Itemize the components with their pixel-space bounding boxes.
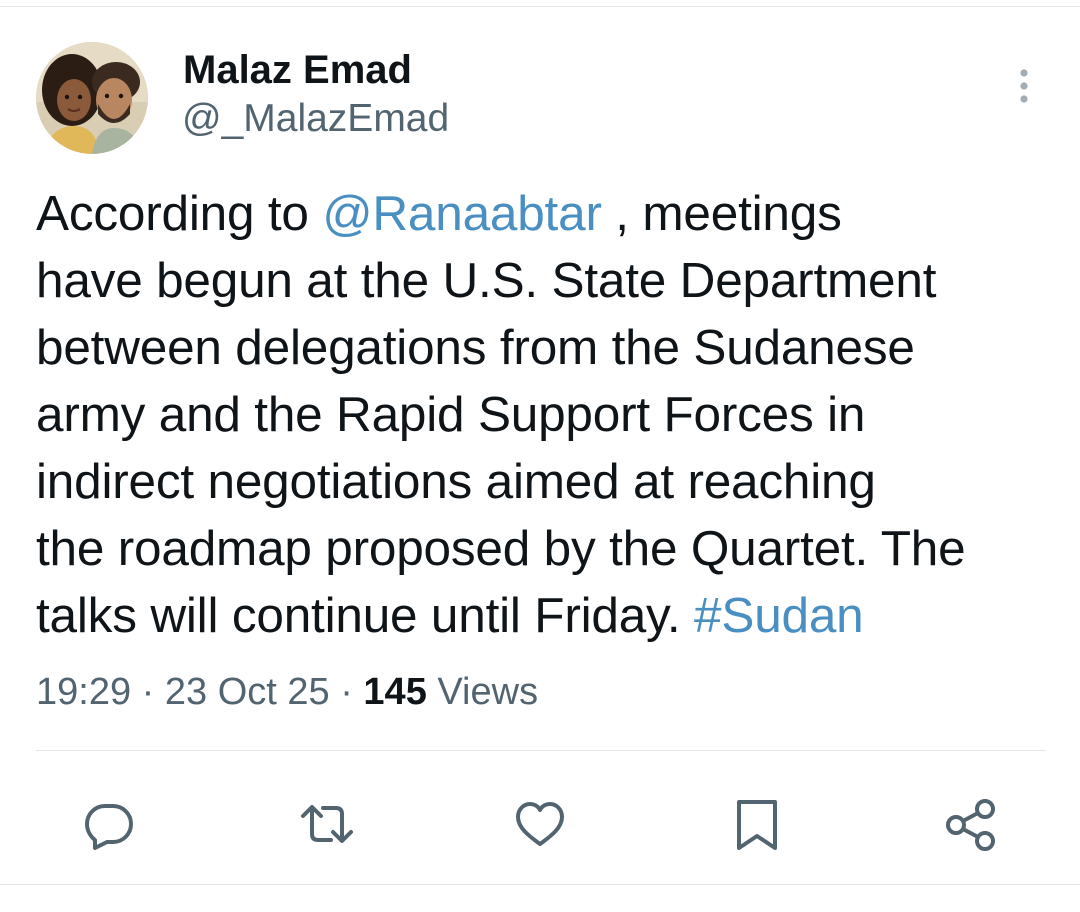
tweet-time[interactable]: 19:29 bbox=[36, 671, 131, 713]
share-button[interactable] bbox=[943, 796, 999, 852]
author-display-name[interactable]: Malaz Emad bbox=[183, 48, 412, 92]
actions-divider bbox=[36, 750, 1046, 751]
views-count[interactable]: 145 bbox=[363, 671, 426, 713]
reply-icon bbox=[85, 804, 133, 850]
bookmark-icon bbox=[737, 800, 777, 850]
tweet-text-line: According to @Ranaabtar , meetings bbox=[36, 180, 1056, 247]
tweet-text-segment: have begun at the U.S. State Department bbox=[36, 253, 937, 308]
hashtag-link[interactable]: #Sudan bbox=[694, 588, 864, 643]
tweet-text-line: army and the Rapid Support Forces in bbox=[36, 381, 1056, 448]
more-options-button[interactable] bbox=[1004, 64, 1044, 108]
tweet-text-line: have begun at the U.S. State Department bbox=[36, 247, 1056, 314]
share-icon bbox=[946, 799, 995, 851]
views-label[interactable]: Views bbox=[427, 671, 538, 713]
repost-button[interactable] bbox=[299, 796, 355, 852]
tweet-text-line: the roadmap proposed by the Quartet. The bbox=[36, 515, 1056, 582]
top-divider bbox=[0, 0, 1080, 7]
meta-separator: · bbox=[131, 671, 165, 713]
tweet-text-segment: the roadmap proposed by the Quartet. The bbox=[36, 521, 966, 576]
more-vertical-icon bbox=[1020, 69, 1028, 103]
tweet-text-segment: talks will continue until Friday. bbox=[36, 588, 695, 643]
tweet-text-segment: army and the Rapid Support Forces in bbox=[36, 387, 866, 442]
heart-icon bbox=[516, 802, 564, 846]
avatar[interactable] bbox=[36, 42, 148, 154]
tweet-text-segment: indirect negotiations aimed at reaching bbox=[36, 454, 876, 509]
tweet-text-segment: between delegations from the Sudanese bbox=[36, 320, 915, 375]
tweet-date[interactable]: 23 Oct 25 bbox=[165, 671, 330, 713]
author-handle[interactable]: @_MalazEmad bbox=[182, 97, 449, 141]
tweet-text: According to @Ranaabtar , meetings have b… bbox=[36, 180, 1056, 649]
like-button[interactable] bbox=[512, 796, 568, 852]
tweet-text-line: between delegations from the Sudanese bbox=[36, 314, 1056, 381]
repost-icon bbox=[301, 805, 353, 843]
reply-button[interactable] bbox=[81, 796, 137, 852]
tweet-text-line: indirect negotiations aimed at reaching bbox=[36, 448, 1056, 515]
tweet-text-line: talks will continue until Friday. #Sudan bbox=[36, 582, 1056, 649]
meta-separator: · bbox=[329, 671, 364, 713]
bookmark-button[interactable] bbox=[729, 796, 785, 852]
tweet-meta: 19:29 · 23 Oct 25 · 145 Views bbox=[36, 668, 538, 716]
tweet-text-segment: According to bbox=[36, 186, 323, 241]
mention-link[interactable]: @Ranaabtar bbox=[322, 186, 602, 241]
tweet-text-segment: , meetings bbox=[601, 186, 842, 241]
bottom-divider bbox=[0, 884, 1080, 885]
